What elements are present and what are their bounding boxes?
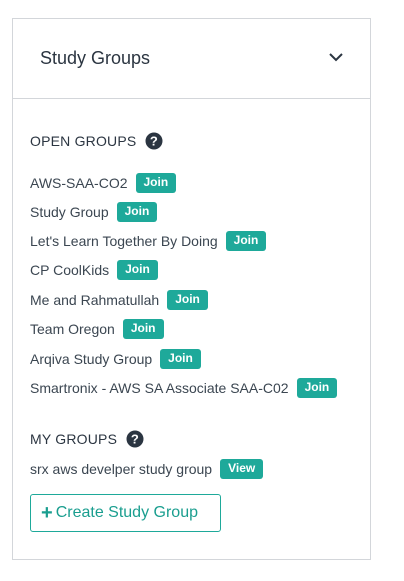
plus-icon: + xyxy=(41,502,53,524)
help-icon[interactable]: ? xyxy=(126,430,144,448)
list-item: Let's Learn Together By Doing Join xyxy=(30,231,267,251)
open-groups-heading: OPEN GROUPS ? xyxy=(30,132,163,150)
chevron-down-icon[interactable] xyxy=(328,51,344,63)
list-item: srx aws develper study group View xyxy=(30,459,264,479)
group-name: Team Oregon xyxy=(30,321,115,337)
join-button[interactable]: Join xyxy=(167,290,208,310)
group-name: Arqiva Study Group xyxy=(30,351,153,367)
group-name: Study Group xyxy=(30,204,109,220)
create-study-group-label: Create Study Group xyxy=(55,504,198,521)
help-icon[interactable]: ? xyxy=(145,132,163,150)
list-item: Arqiva Study Group Join xyxy=(30,349,201,369)
group-name: CP CoolKids xyxy=(30,262,110,278)
open-groups-label: OPEN GROUPS xyxy=(30,133,137,149)
list-item: Study Group Join xyxy=(30,202,158,222)
join-button[interactable]: Join xyxy=(116,202,158,222)
study-groups-header[interactable]: Study Groups xyxy=(13,19,370,99)
my-groups-heading: MY GROUPS ? xyxy=(30,430,144,448)
join-button[interactable]: Join xyxy=(160,349,201,369)
study-groups-panel: Study Groups OPEN GROUPS ? AWS-SAA-CO2 J… xyxy=(12,18,371,560)
join-button[interactable]: Join xyxy=(135,173,177,193)
group-name: AWS-SAA-CO2 xyxy=(30,175,128,191)
list-item: AWS-SAA-CO2 Join xyxy=(30,173,177,193)
svg-text:?: ? xyxy=(150,134,158,149)
list-item: Me and Rahmatullah Join xyxy=(30,290,208,310)
list-item: Smartronix - AWS SA Associate SAA-C02 Jo… xyxy=(30,378,338,398)
panel-title: Study Groups xyxy=(40,48,151,68)
create-study-group-button[interactable]: + Create Study Group xyxy=(30,494,221,532)
svg-text:?: ? xyxy=(131,432,139,447)
list-item: CP CoolKids Join xyxy=(30,260,158,280)
join-button[interactable]: Join xyxy=(117,260,158,280)
my-groups-label: MY GROUPS xyxy=(30,431,118,447)
join-button[interactable]: Join xyxy=(225,231,267,251)
group-name: Smartronix - AWS SA Associate SAA-C02 xyxy=(30,380,289,396)
join-button[interactable]: Join xyxy=(122,319,164,339)
group-name: Me and Rahmatullah xyxy=(30,292,160,308)
group-name: Let's Learn Together By Doing xyxy=(30,233,218,249)
view-button[interactable]: View xyxy=(220,459,264,479)
list-item: Team Oregon Join xyxy=(30,319,164,339)
group-name: srx aws develper study group xyxy=(30,461,213,477)
join-button[interactable]: Join xyxy=(296,378,338,398)
